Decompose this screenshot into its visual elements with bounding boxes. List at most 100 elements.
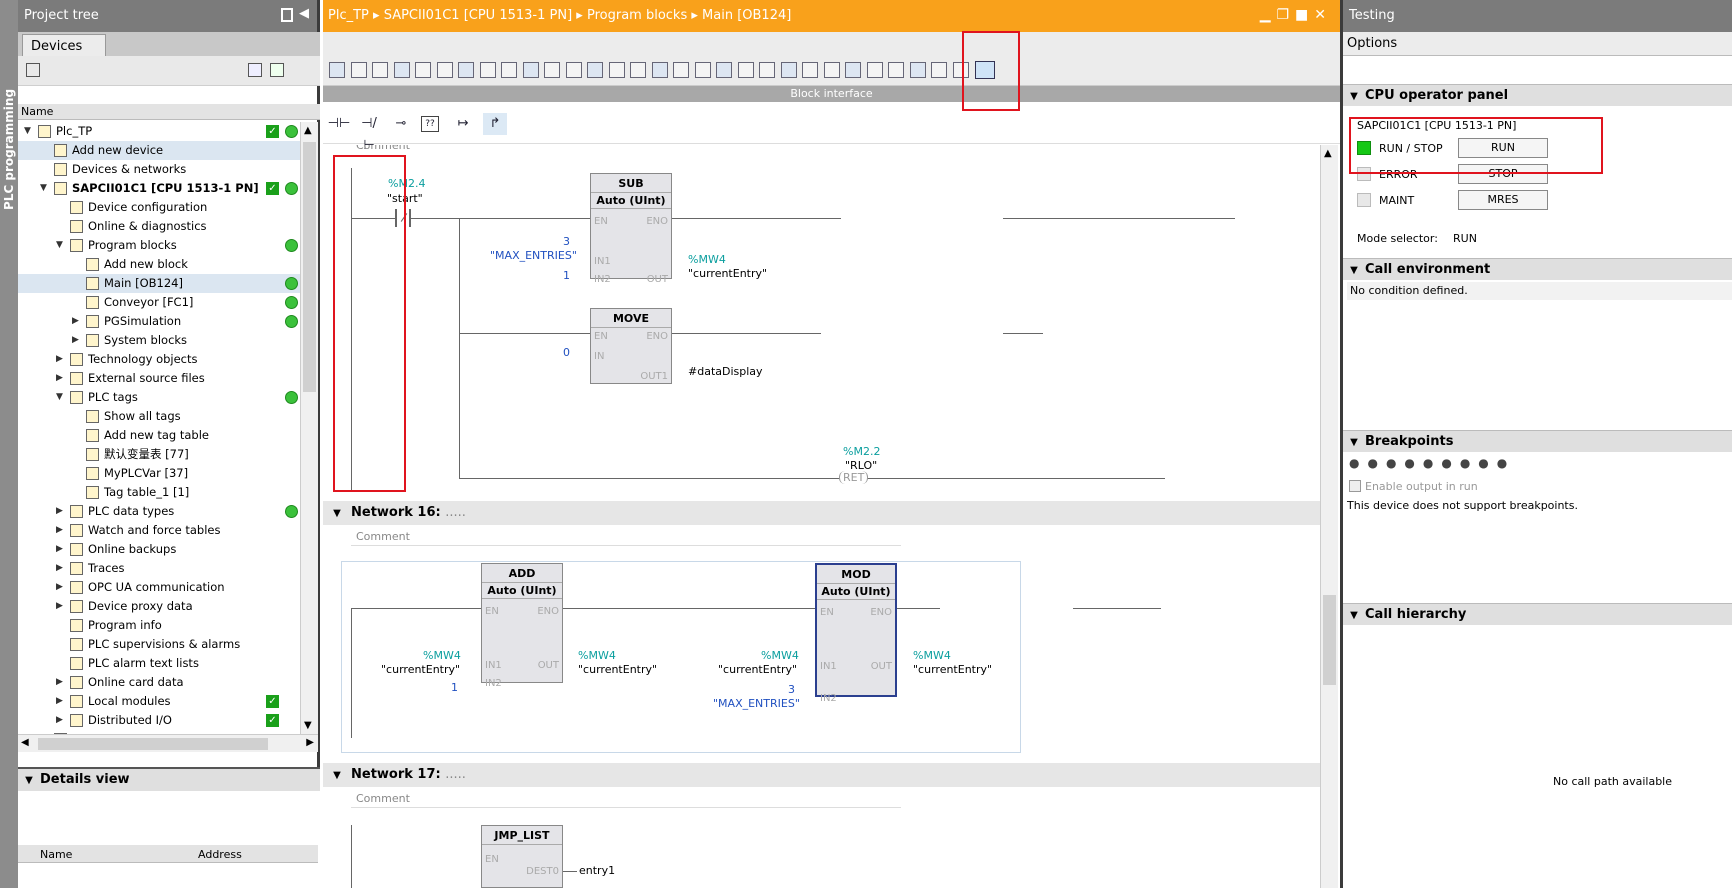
scroll-left-icon[interactable]: ◀ [21,737,29,748]
jmp-dest0-label[interactable]: entry1 [579,864,615,877]
move-in-value[interactable]: 0 [563,346,570,359]
tree-item[interactable]: Conveyor [FC1] [18,293,300,312]
tree-item[interactable]: ▶ Technology objects [18,350,300,369]
tree-item[interactable]: 默认变量表 [77] [18,445,300,464]
tree-item[interactable]: ▼ PLC tags [18,388,300,407]
mod-in2-tag[interactable]: "MAX_ENTRIES" [713,697,800,710]
tree-item[interactable]: Tag table_1 [1] [18,483,300,502]
tree-item[interactable]: ▶ Traces [18,559,300,578]
tree-item[interactable]: ▶ OPC UA communication [18,578,300,597]
breadcrumb-cpu[interactable]: SAPCII01C1 [CPU 1513-1 PN] [384,8,572,23]
tree-item[interactable]: Device configuration [18,198,300,217]
expand-right-icon[interactable]: ▶ [56,540,63,559]
tree-item[interactable]: ▼ Plc_TP ✓ [18,122,300,141]
editor-scroll-thumb[interactable] [1323,595,1336,685]
add-box[interactable]: ADD Auto (UInt) EN ENO IN1 OUT IN2 [481,563,563,689]
sub-in1-tag[interactable]: "MAX_ENTRIES" [490,249,577,262]
tree-item[interactable]: Add new device [18,141,300,160]
plc-programming-sidebar-tab[interactable]: PLC programming [0,0,18,888]
mod-in1-tag[interactable]: "currentEntry" [718,663,797,676]
sub-out-tag[interactable]: "currentEntry" [688,267,767,280]
toolbar-button-icon[interactable] [479,62,496,78]
mres-button[interactable]: MRES [1458,190,1548,210]
net16-comment[interactable]: Comment [351,528,901,546]
expand-down-icon[interactable]: ▼ [56,388,63,407]
tree-item[interactable]: ▶ Watch and force tables [18,521,300,540]
add-out-tag[interactable]: "currentEntry" [578,663,657,676]
toolbar-button-icon[interactable] [501,62,517,78]
call-env-header[interactable]: ▼ Call environment [1343,258,1732,280]
block-interface-bar[interactable]: Block interface [323,86,1340,102]
project-view-icon[interactable] [26,63,40,77]
tree-item[interactable]: Add new tag table [18,426,300,445]
toolbar-button-icon[interactable] [737,62,754,78]
toolbar-button-icon[interactable] [823,62,840,78]
add-in1-tag[interactable]: "currentEntry" [381,663,460,676]
expand-right-icon[interactable]: ▶ [56,369,63,388]
add-device-icon[interactable] [270,63,284,77]
restore-icon[interactable]: ❐ [1276,7,1295,23]
toolbar-button-icon[interactable] [372,62,388,78]
cpu-panel-header[interactable]: ▼ CPU operator panel [1343,84,1732,106]
sub-box[interactable]: SUB Auto (UInt) EN ENO IN1 IN2 OUT [590,173,672,285]
toolbar-button-icon[interactable] [329,62,345,78]
breakpoint-toolbar-icons[interactable]: ●●●●●●●●● [1349,456,1549,472]
jmp-list-box[interactable]: JMP_LIST EN DEST0 [481,825,563,888]
coil-icon[interactable]: ⊸ [389,113,413,135]
scroll-thumb[interactable] [303,142,316,392]
expand-right-icon[interactable]: ▶ [56,597,63,616]
tree-item[interactable]: ▶ Local modules ✓ [18,692,300,711]
tree-item[interactable]: Program info [18,616,300,635]
toolbar-button-icon[interactable] [544,62,560,78]
tree-vertical-scrollbar[interactable]: ▲ ▼ [300,122,318,734]
tree-item[interactable]: ▶ Distributed I/O ✓ [18,711,300,730]
toolbar-button-icon[interactable] [565,62,582,78]
expand-right-icon[interactable]: ▶ [56,350,63,369]
close-icon[interactable]: ✕ [1314,7,1332,23]
tree-item[interactable]: Online & diagnostics [18,217,300,236]
minimize-icon[interactable]: ▁ [1260,7,1277,23]
mod-in2-value[interactable]: 3 [788,683,795,696]
toolbar-button-icon[interactable] [716,62,732,78]
scroll-up-icon[interactable]: ▲ [1324,148,1332,159]
nc-contact-icon[interactable]: ⊣/⊢ [357,113,381,153]
toolbar-button-icon[interactable] [630,62,646,78]
tree-item[interactable]: MyPLCVar [37] [18,464,300,483]
tree-item[interactable]: ▶ Online card data [18,673,300,692]
scroll-up-icon[interactable]: ▲ [304,125,312,136]
toolbar-button-icon[interactable] [866,62,883,78]
add-in2-value[interactable]: 1 [451,681,458,694]
expand-right-icon[interactable]: ▶ [72,331,79,350]
details-view-header[interactable]: ▼ Details view [18,769,320,791]
tree-item[interactable]: Show all tags [18,407,300,426]
enable-output-checkbox[interactable] [1349,480,1361,492]
toolbar-button-icon[interactable] [436,62,453,78]
toolbar-button-icon[interactable] [888,62,904,78]
network-16-header[interactable]: ▼ Network 16: ..... [323,501,1320,525]
net17-comment[interactable]: Comment [351,790,901,808]
close-branch-icon[interactable]: ↱ [483,113,507,135]
empty-box-icon[interactable]: ?? [421,116,439,132]
breadcrumb-project[interactable]: Plc_TP [328,8,369,23]
toolbar-button-icon[interactable] [780,62,797,78]
toolbar-button-icon[interactable] [458,62,474,78]
expand-right-icon[interactable]: ▶ [56,559,63,578]
sub-in1-value[interactable]: 3 [563,235,570,248]
toolbar-button-icon[interactable] [587,62,603,78]
tree-item[interactable]: ▶ Online backups [18,540,300,559]
toolbar-button-icon[interactable] [694,62,711,78]
expand-right-icon[interactable]: ▶ [72,312,79,331]
sub-in2-value[interactable]: 1 [563,269,570,282]
network-17-header[interactable]: ▼ Network 17: ..... [323,763,1320,787]
expand-right-icon[interactable]: ▶ [56,692,63,711]
expand-right-icon[interactable]: ▶ [56,502,63,521]
toolbar-button-icon[interactable] [931,62,947,78]
toolbar-button-icon[interactable] [759,62,775,78]
toolbar-button-icon[interactable] [608,62,625,78]
breadcrumb-program-blocks[interactable]: Program blocks [587,8,687,23]
maximize-icon[interactable]: ■ [1295,7,1314,23]
move-out-tag[interactable]: #dataDisplay [688,365,763,378]
tree-item[interactable]: ▼ Program blocks [18,236,300,255]
ret-coil[interactable]: RET [839,471,869,484]
expand-right-icon[interactable]: ▶ [56,578,63,597]
